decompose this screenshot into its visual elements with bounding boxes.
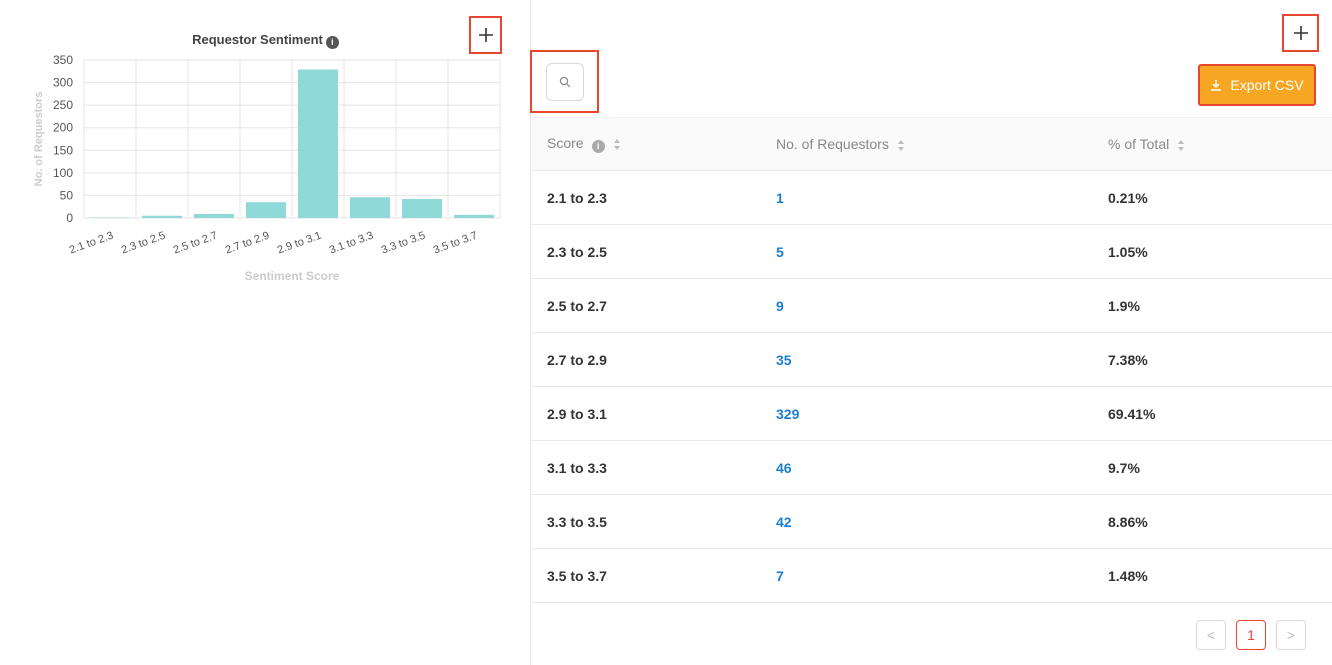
sort-icon[interactable] [613, 138, 621, 151]
requestors-link[interactable]: 9 [776, 298, 784, 314]
chart-expand-button[interactable] [469, 16, 502, 54]
percent-cell: 8.86% [1108, 513, 1148, 530]
sort-icon[interactable] [1177, 139, 1185, 152]
bar [246, 202, 286, 218]
col-requestors-label: No. of Requestors [776, 136, 889, 152]
x-tick-label: 3.3 to 3.5 [380, 230, 427, 257]
info-icon[interactable]: i [591, 139, 605, 153]
download-icon [1211, 80, 1222, 91]
y-axis-label: No. of Requestors [33, 92, 45, 187]
percent-cell: 7.38% [1108, 351, 1148, 368]
percent-cell: 69.41% [1108, 405, 1156, 422]
table-row: 2.5 to 2.7 9 1.9% [532, 279, 1332, 333]
y-tick-label: 150 [53, 143, 73, 157]
page-number: 1 [1247, 627, 1255, 643]
y-tick-label: 300 [53, 76, 73, 90]
bar [142, 215, 182, 218]
table-row: 2.7 to 2.9 35 7.38% [532, 333, 1332, 387]
pagination-next-button[interactable]: > [1276, 620, 1306, 650]
chevron-left-icon: < [1206, 627, 1216, 643]
score-cell: 3.3 to 3.5 [547, 513, 607, 530]
y-tick-label: 200 [53, 121, 73, 135]
percent-cell: 0.21% [1108, 189, 1148, 206]
requestors-link[interactable]: 35 [776, 352, 792, 368]
y-tick-label: 0 [66, 211, 73, 225]
chevron-right-icon: > [1286, 627, 1296, 643]
percent-cell: 1.48% [1108, 567, 1148, 584]
export-csv-button[interactable]: Export CSV [1198, 64, 1316, 106]
info-icon[interactable]: i [325, 35, 339, 49]
requestors-link[interactable]: 329 [776, 406, 799, 422]
score-cell: 2.3 to 2.5 [547, 243, 607, 260]
requestors-link[interactable]: 1 [776, 190, 784, 206]
col-percent-label: % of Total [1108, 136, 1170, 152]
table-row: 3.3 to 3.5 42 8.86% [532, 495, 1332, 549]
y-tick-label: 350 [53, 53, 73, 67]
x-tick-label: 3.5 to 3.7 [432, 230, 479, 257]
search-icon [559, 76, 571, 88]
bar [90, 217, 130, 219]
score-cell: 2.5 to 2.7 [547, 297, 607, 314]
pagination-prev-button[interactable]: < [1196, 620, 1226, 650]
search-input[interactable] [546, 63, 584, 101]
export-csv-label: Export CSV [1230, 77, 1304, 93]
plus-icon [478, 28, 493, 42]
score-cell: 2.7 to 2.9 [547, 351, 607, 368]
requestors-link[interactable]: 5 [776, 244, 784, 260]
x-tick-label: 2.1 to 2.3 [68, 230, 115, 257]
data-table: Score i No. of Requestors % of Total 2.1 … [532, 117, 1332, 603]
percent-cell: 1.9% [1108, 297, 1140, 314]
table-row: 3.5 to 3.7 7 1.48% [532, 549, 1332, 603]
sort-icon[interactable] [897, 139, 905, 152]
requestors-link[interactable]: 46 [776, 460, 792, 476]
score-cell: 3.1 to 3.3 [547, 459, 607, 476]
table-row: 3.1 to 3.3 46 9.7% [532, 441, 1332, 495]
chart-title-text: Requestor Sentiment [192, 32, 323, 47]
chart-title: Requestor Sentiment i [0, 32, 531, 49]
bar [194, 213, 234, 218]
requestors-link[interactable]: 7 [776, 568, 784, 584]
col-score-header[interactable]: Score i [547, 135, 621, 153]
requestors-link[interactable]: 42 [776, 514, 792, 530]
x-tick-label: 2.3 to 2.5 [120, 230, 167, 257]
bar [454, 214, 494, 218]
table-row: 2.1 to 2.3 1 0.21% [532, 171, 1332, 225]
x-tick-label: 2.9 to 3.1 [276, 230, 323, 257]
score-cell: 3.5 to 3.7 [547, 567, 607, 584]
bar [298, 69, 338, 218]
table-expand-button[interactable] [1282, 14, 1319, 52]
percent-cell: 9.7% [1108, 459, 1140, 476]
col-score-label: Score [547, 135, 584, 152]
y-tick-label: 100 [53, 166, 73, 180]
pagination-page-1[interactable]: 1 [1236, 620, 1266, 650]
chart-panel: 0 50 100 150 200 250 300 350 2.1 to 2.3 2.3 to 2.… [0, 0, 531, 665]
col-requestors-header[interactable]: No. of Requestors [776, 136, 905, 152]
bar [350, 197, 390, 218]
bar [402, 199, 442, 218]
y-tick-label: 250 [53, 98, 73, 112]
x-tick-label: 2.7 to 2.9 [224, 230, 271, 257]
score-cell: 2.1 to 2.3 [547, 189, 607, 206]
table-header: Score i No. of Requestors % of Total [532, 117, 1332, 171]
y-tick-label: 50 [60, 188, 74, 202]
score-cell: 2.9 to 3.1 [547, 405, 607, 422]
x-tick-label: 2.5 to 2.7 [172, 230, 219, 257]
table-row: 2.9 to 3.1 329 69.41% [532, 387, 1332, 441]
search-wrapper [530, 50, 599, 113]
percent-cell: 1.05% [1108, 243, 1148, 260]
x-axis-label: Sentiment Score [245, 269, 340, 283]
table-row: 2.3 to 2.5 5 1.05% [532, 225, 1332, 279]
x-tick-label: 3.1 to 3.3 [328, 230, 375, 257]
col-percent-header[interactable]: % of Total [1108, 136, 1185, 152]
plus-icon [1293, 26, 1308, 40]
